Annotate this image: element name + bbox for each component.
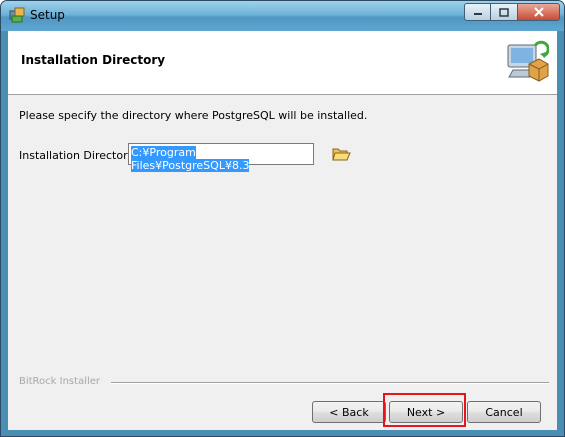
close-icon — [533, 7, 544, 17]
installation-directory-label: Installation Directory — [19, 149, 135, 162]
title-bar[interactable]: Setup — [1, 1, 564, 31]
close-button[interactable] — [518, 3, 560, 21]
page-header: Installation Directory — [8, 31, 557, 95]
setup-app-icon — [9, 7, 25, 23]
open-folder-icon[interactable] — [331, 145, 351, 163]
minimize-icon — [473, 13, 482, 15]
installation-directory-input[interactable]: C:¥Program Files¥PostgreSQL¥8.3 — [128, 143, 314, 172]
setup-window: Setup Installation Directory Please spec… — [0, 0, 565, 437]
next-button[interactable]: Next > — [389, 401, 463, 423]
brand-separator: BitRock Installer — [19, 376, 549, 388]
description-text: Please specify the directory where Postg… — [19, 109, 368, 122]
separator-line — [111, 382, 549, 384]
maximize-icon — [499, 7, 509, 17]
window-title: Setup — [30, 8, 65, 22]
installation-directory-value: C:¥Program Files¥PostgreSQL¥8.3 — [131, 146, 250, 172]
dialog-body: Installation Directory Please specify th… — [8, 31, 557, 430]
maximize-button[interactable] — [491, 3, 518, 21]
window-controls — [464, 3, 560, 21]
back-button[interactable]: < Back — [312, 401, 386, 423]
minimize-button[interactable] — [464, 3, 491, 21]
page-title: Installation Directory — [21, 53, 166, 67]
brand-text: BitRock Installer — [19, 376, 107, 387]
cancel-button[interactable]: Cancel — [467, 401, 541, 423]
computer-install-icon — [507, 40, 549, 82]
